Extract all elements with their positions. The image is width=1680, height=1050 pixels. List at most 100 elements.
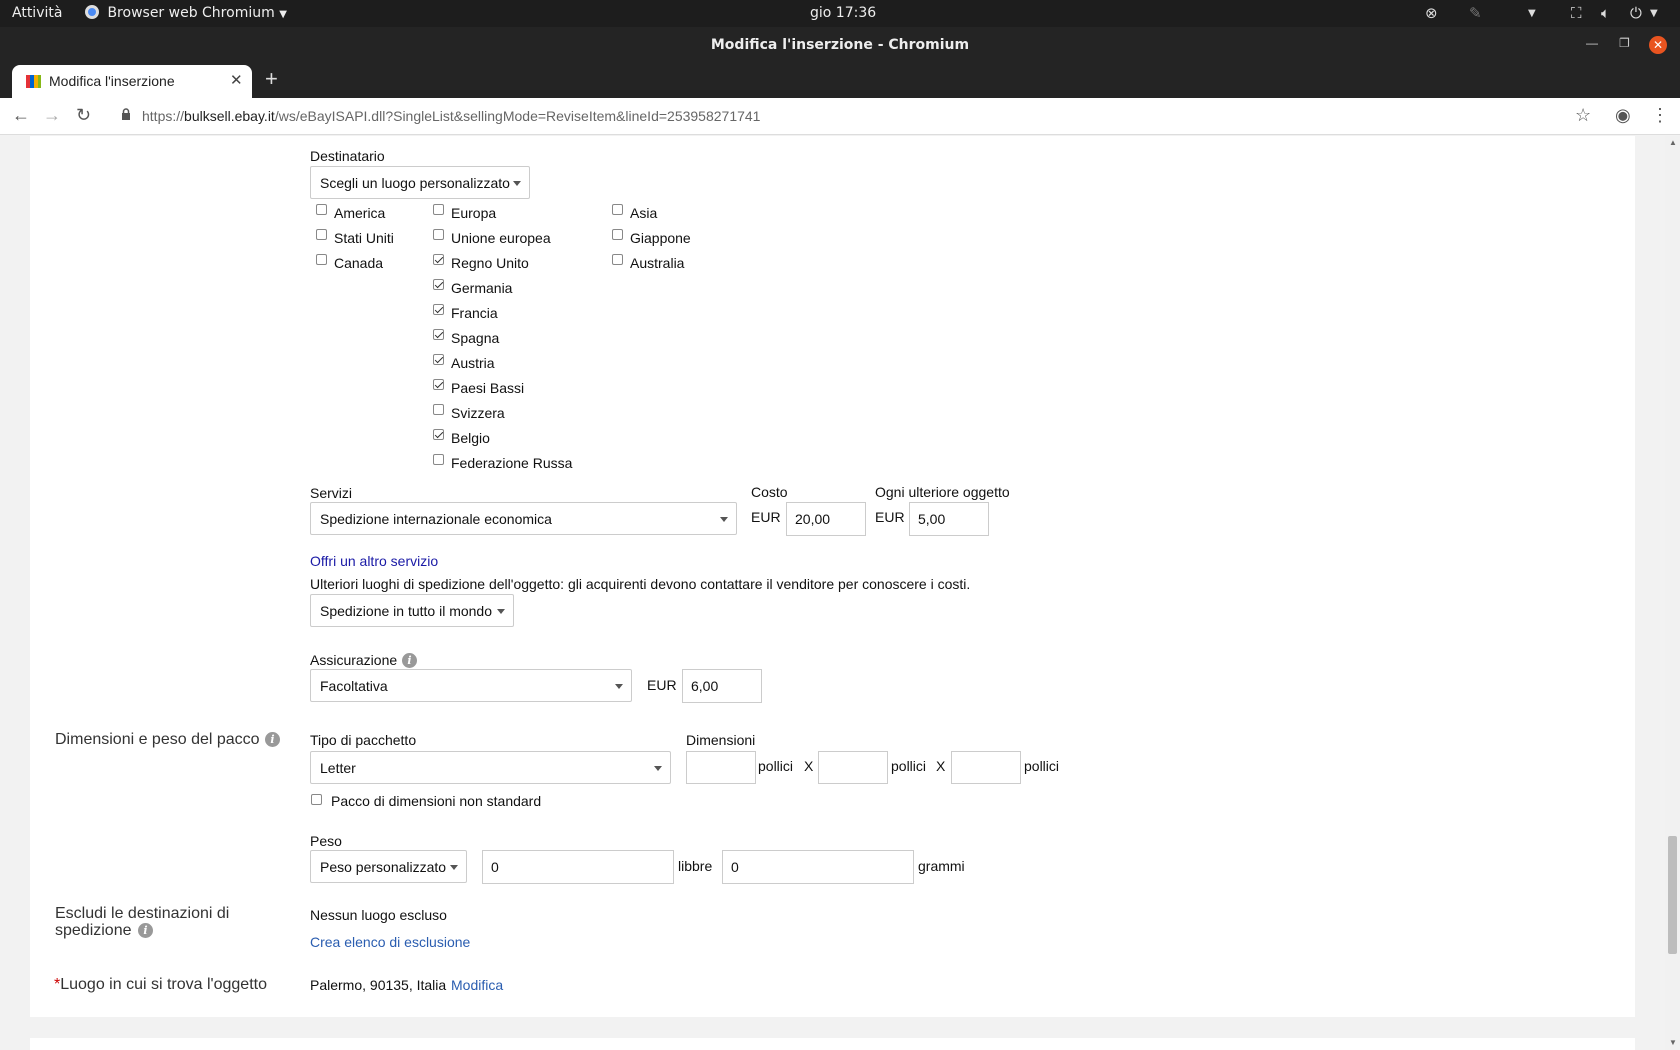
services-select[interactable]: Spedizione internazionale economica <box>310 502 737 535</box>
dimension-unit-label: pollici <box>758 758 794 774</box>
new-tab-button[interactable]: + <box>265 66 278 92</box>
cost-currency: EUR <box>751 509 781 525</box>
additional-item-input[interactable]: 5,00 <box>909 502 989 536</box>
system-top-bar: Attività Browser web Chromium ▼ gio 17:3… <box>0 0 1680 27</box>
volume-icon[interactable]: 🔈︎ <box>1601 4 1610 22</box>
activities-button[interactable]: Attività <box>12 5 62 21</box>
weight-grams-input[interactable]: 0 <box>722 850 914 884</box>
region-checkbox[interactable] <box>433 304 444 315</box>
weight-type-select[interactable]: Peso personalizzato <box>310 850 467 883</box>
exclusions-section-label: Escludi le destinazioni di <box>55 905 230 922</box>
region-checkbox[interactable] <box>433 279 444 290</box>
region-checkbox[interactable] <box>433 429 444 440</box>
region-checkbox[interactable] <box>433 404 444 415</box>
destination-select-value: Scegli un luogo personalizzato <box>320 175 510 191</box>
region-label: Asia <box>630 205 658 221</box>
dimension-height-input[interactable] <box>951 751 1021 784</box>
screen-share-icon[interactable]: ⊗ <box>1425 4 1438 22</box>
dimension-width-input[interactable] <box>818 751 888 784</box>
back-arrow-icon[interactable]: ← <box>12 105 30 126</box>
dimension-length-input[interactable] <box>686 751 756 784</box>
create-exclusion-list-link[interactable]: Crea elenco di esclusione <box>310 934 470 950</box>
region-checkbox[interactable] <box>612 229 623 240</box>
region-label: Europa <box>451 205 497 221</box>
region-checkbox[interactable] <box>433 229 444 240</box>
edit-icon[interactable]: ✎ <box>1469 4 1482 22</box>
cost-input[interactable]: 20,00 <box>786 502 866 536</box>
region-checkbox[interactable] <box>316 229 327 240</box>
forward-arrow-icon[interactable]: → <box>43 105 61 126</box>
region-checkbox[interactable] <box>433 329 444 340</box>
region-label: Francia <box>451 305 498 321</box>
tab-title: Modifica l'inserzione <box>49 73 175 89</box>
edit-location-link[interactable]: Modifica <box>451 977 503 993</box>
next-panel <box>30 1038 1635 1050</box>
region-checkbox[interactable] <box>612 204 623 215</box>
region-checkbox[interactable] <box>433 379 444 390</box>
package-section-label: Dimensioni e peso del pacco <box>55 731 260 748</box>
power-icon[interactable]: ⏻ <box>1630 4 1642 22</box>
scrollbar-thumb[interactable] <box>1668 836 1677 954</box>
more-menu-icon[interactable]: ⋮ <box>1651 105 1669 126</box>
region-checkbox[interactable] <box>612 254 623 265</box>
app-menu[interactable]: Browser web Chromium ▼ <box>85 5 287 21</box>
package-type-label: Tipo di pacchetto <box>310 732 417 748</box>
worldwide-shipping-select[interactable]: Spedizione in tutto il mondo <box>310 594 514 627</box>
chevron-down-icon <box>450 865 458 870</box>
chevron-down-icon[interactable]: ▼ <box>1650 8 1658 19</box>
region-label: Germania <box>451 280 513 296</box>
region-label: Giappone <box>630 230 691 246</box>
scroll-up-icon[interactable]: ▲ <box>1669 138 1677 147</box>
region-checkbox[interactable] <box>433 354 444 365</box>
destination-select[interactable]: Scegli un luogo personalizzato <box>310 166 530 199</box>
info-icon[interactable]: i <box>402 653 417 668</box>
profile-icon[interactable]: ◉ <box>1615 105 1631 126</box>
offer-another-service-link[interactable]: Offri un altro servizio <box>310 553 438 569</box>
insurance-input[interactable]: 6,00 <box>682 669 762 703</box>
item-location-value: Palermo, 90135, Italia <box>310 977 447 993</box>
region-label: Svizzera <box>451 405 505 421</box>
info-icon[interactable]: i <box>265 732 280 747</box>
close-window-button[interactable]: ✕ <box>1649 36 1667 54</box>
window-title-bar: Modifica l'inserzione - Chromium — ❐ ✕ <box>0 27 1680 62</box>
item-location-label-text: Luogo in cui si trova l'oggetto <box>60 976 267 993</box>
page-viewport: ▲ ▼ Destinatario Scegli un luogo persona… <box>0 136 1680 1050</box>
region-checkbox[interactable] <box>433 454 444 465</box>
nonstandard-package-label: Pacco di dimensioni non standard <box>331 793 542 809</box>
ebay-favicon-icon <box>26 75 41 88</box>
insurance-select-value: Facoltativa <box>320 678 388 694</box>
nonstandard-package-checkbox[interactable] <box>311 794 322 805</box>
app-menu-label: Browser web Chromium <box>107 5 275 21</box>
region-checkbox[interactable] <box>433 254 444 265</box>
times-label: X <box>936 758 946 774</box>
package-type-select[interactable]: Letter <box>310 751 671 784</box>
region-checkbox[interactable] <box>433 204 444 215</box>
weight-pounds-input[interactable]: 0 <box>482 850 674 884</box>
region-checkbox[interactable] <box>316 254 327 265</box>
chevron-down-icon <box>615 684 623 689</box>
package-type-select-value: Letter <box>320 760 356 776</box>
reload-icon[interactable]: ↻ <box>76 105 91 126</box>
region-checkbox[interactable] <box>316 204 327 215</box>
bookmark-star-icon[interactable]: ☆ <box>1575 105 1591 126</box>
info-icon[interactable]: i <box>138 923 153 938</box>
minimize-icon[interactable]: — <box>1586 36 1598 50</box>
clock[interactable]: gio 17:36 <box>810 5 876 21</box>
additional-item-label: Ogni ulteriore oggetto <box>875 484 1010 500</box>
url-host: bulksell.ebay.it <box>184 108 275 124</box>
services-label: Servizi <box>310 485 353 501</box>
insurance-select[interactable]: Facoltativa <box>310 669 632 702</box>
tab-edit-listing[interactable]: Modifica l'inserzione ✕ <box>12 65 252 98</box>
url-field[interactable]: https://bulksell.ebay.it/ws/eBayISAPI.dl… <box>142 108 760 124</box>
region-label: Stati Uniti <box>334 230 394 246</box>
insurance-currency: EUR <box>647 677 677 693</box>
other-locations-text: Ulteriori luoghi di spedizione dell'ogge… <box>310 576 971 592</box>
maximize-icon[interactable]: ❐ <box>1619 36 1630 50</box>
lock-icon[interactable] <box>121 108 131 120</box>
cost-label: Costo <box>751 484 788 500</box>
network-icon[interactable]: ⛶ <box>1571 4 1582 22</box>
scroll-down-icon[interactable]: ▼ <box>1669 1038 1677 1047</box>
grams-unit-label: grammi <box>918 858 965 874</box>
close-icon[interactable]: ✕ <box>230 71 243 89</box>
chevron-down-icon[interactable]: ▼ <box>1528 8 1536 19</box>
